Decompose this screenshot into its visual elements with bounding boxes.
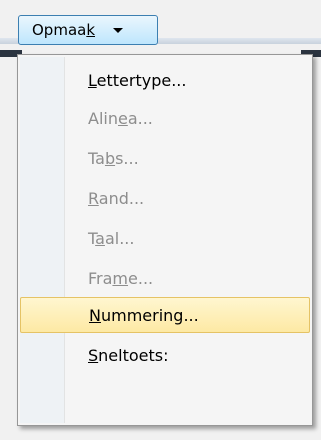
menu-item-label: Nummering... xyxy=(89,305,199,325)
menu-item-label: Taal... xyxy=(88,228,135,248)
menu-item-label: Frame... xyxy=(88,268,154,288)
menu-item-label: Alinea... xyxy=(88,108,153,128)
format-menu-label: Opmaak xyxy=(32,21,96,39)
menu-item-frame[interactable]: Frame... xyxy=(20,260,310,296)
menu-item-shortcut[interactable]: Sneltoets: xyxy=(20,337,310,373)
dropdown-arrow-icon xyxy=(113,27,124,33)
menu-item-label: Rand... xyxy=(88,188,145,208)
menu-item-tabs[interactable]: Tabs... xyxy=(20,140,310,176)
menu-item-paragraph[interactable]: Alinea... xyxy=(20,100,310,136)
menu-item-numbering[interactable]: Nummering... xyxy=(20,297,310,333)
menu-item-language[interactable]: Taal... xyxy=(20,220,310,256)
menu-item-label: Tabs... xyxy=(88,148,139,168)
menu-item-label: Sneltoets: xyxy=(88,345,169,365)
menu-item-font[interactable]: Lettertype... xyxy=(20,62,310,98)
format-dropdown-menu: Lettertype... Alinea... Tabs... Rand... … xyxy=(17,54,313,426)
menu-item-label: Lettertype... xyxy=(88,70,187,90)
format-menu-button[interactable]: Opmaak xyxy=(18,15,158,45)
menu-item-border[interactable]: Rand... xyxy=(20,180,310,216)
